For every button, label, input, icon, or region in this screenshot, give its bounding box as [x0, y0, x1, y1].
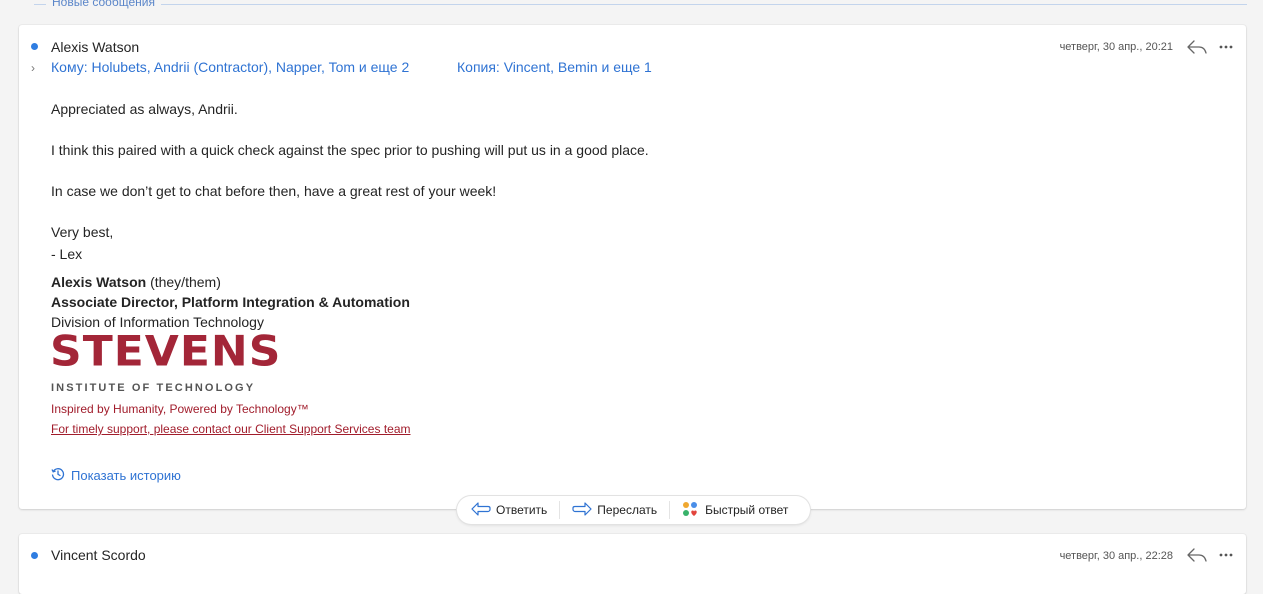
sender-name[interactable]: Vincent Scordo: [51, 547, 146, 563]
body-line: - Lex: [51, 246, 83, 262]
show-history-label: Показать историю: [71, 468, 181, 483]
show-history-button[interactable]: Показать историю: [51, 467, 181, 484]
more-icon[interactable]: [1215, 38, 1237, 56]
stevens-logo-subtitle: INSTITUTE OF TECHNOLOGY: [51, 382, 256, 394]
signature-title: Associate Director, Platform Integration…: [51, 294, 410, 310]
reply-icon: [471, 501, 491, 519]
quick-reply-label: Быстрый ответ: [705, 503, 789, 517]
message-card[interactable]: Vincent Scordo четверг, 30 апр., 22:28: [19, 534, 1246, 594]
forward-label: Переслать: [597, 503, 658, 517]
to-recipients[interactable]: Кому: Holubets, Andrii (Contractor), Nap…: [51, 59, 409, 75]
new-messages-divider: Новые сообщения: [0, 0, 1263, 12]
message-action-bar: Ответить Переслать Быстрый ответ: [457, 496, 810, 524]
quick-reply-button[interactable]: Быстрый ответ: [678, 501, 792, 520]
signature-pronouns: (they/them): [150, 274, 221, 290]
unread-dot: [31, 43, 38, 50]
forward-icon: [572, 501, 592, 519]
body-line: I think this paired with a quick check a…: [51, 142, 649, 158]
message-date: четверг, 30 апр., 20:21: [1059, 41, 1173, 53]
body-line: Very best,: [51, 224, 114, 240]
stevens-logo: STEVENS: [50, 327, 282, 376]
more-icon[interactable]: [1215, 546, 1237, 564]
message-date: четверг, 30 апр., 22:28: [1059, 550, 1173, 562]
signature-name-line: Alexis Watson (they/them): [51, 274, 221, 290]
reply-icon[interactable]: [1186, 546, 1208, 564]
quick-reply-icon: [682, 501, 700, 520]
signature-name: Alexis Watson: [51, 274, 147, 290]
sender-name[interactable]: Alexis Watson: [51, 39, 139, 55]
signature-tagline: Inspired by Humanity, Powered by Technol…: [51, 402, 309, 416]
unread-dot: [31, 552, 38, 559]
history-icon: [51, 467, 65, 484]
reply-icon[interactable]: [1186, 38, 1208, 56]
chevron-right-icon[interactable]: ›: [31, 61, 35, 75]
action-separator: [559, 501, 561, 519]
forward-button[interactable]: Переслать: [568, 501, 661, 519]
reply-label: Ответить: [496, 503, 548, 517]
message-card[interactable]: Alexis Watson четверг, 30 апр., 20:21 › …: [19, 25, 1246, 509]
cc-recipients[interactable]: Копия: Vincent, Bemin и еще 1: [457, 59, 652, 75]
support-link[interactable]: For timely support, please contact our C…: [51, 422, 411, 436]
body-line: In case we don’t get to chat before then…: [51, 183, 497, 199]
reply-button[interactable]: Ответить: [467, 501, 551, 519]
divider-line: [34, 4, 1247, 5]
action-separator: [669, 501, 671, 519]
body-line: Appreciated as always, Andrii.: [51, 101, 238, 117]
new-messages-label: Новые сообщения: [46, 0, 161, 9]
